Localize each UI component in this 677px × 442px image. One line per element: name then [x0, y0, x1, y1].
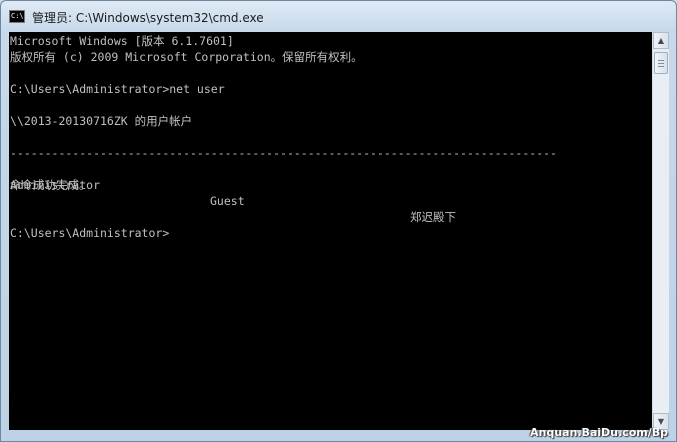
- console-line-command: C:\Users\Administrator>net user: [10, 82, 225, 96]
- vertical-scrollbar[interactable]: ▲ ▼: [652, 32, 669, 430]
- scrollbar-thumb[interactable]: [654, 52, 668, 74]
- account-name: Guest: [210, 194, 245, 208]
- console-line-accounts: Administrator Guest 郑迟殿下: [10, 161, 650, 224]
- cmd-window: C:\ 管理员: C:\Windows\system32\cmd.exe Mic…: [0, 0, 677, 442]
- console-line-user-accounts-header: \\2013-20130716ZK 的用户帐户: [10, 114, 193, 128]
- account-name: 郑迟殿下: [410, 210, 456, 224]
- console-line-separator: ----------------------------------------…: [10, 146, 557, 160]
- scroll-up-arrow-icon[interactable]: ▲: [653, 32, 669, 49]
- console-line-prompt: C:\Users\Administrator>: [10, 226, 170, 240]
- cmd-icon[interactable]: C:\: [9, 10, 25, 23]
- watermark: Anquan.BaiDu.com/Bp: [529, 426, 668, 439]
- console-output[interactable]: Microsoft Windows [版本 6.1.7601] 版权所有 (c)…: [9, 32, 652, 430]
- console-line-version: Microsoft Windows [版本 6.1.7601]: [10, 34, 234, 48]
- console-line-success: 命令成功完成。: [10, 178, 91, 192]
- title-bar[interactable]: C:\ 管理员: C:\Windows\system32\cmd.exe: [1, 1, 676, 32]
- window-title: 管理员: C:\Windows\system32\cmd.exe: [32, 11, 264, 25]
- console-line-copyright: 版权所有 (c) 2009 Microsoft Corporation。保留所有…: [10, 50, 363, 64]
